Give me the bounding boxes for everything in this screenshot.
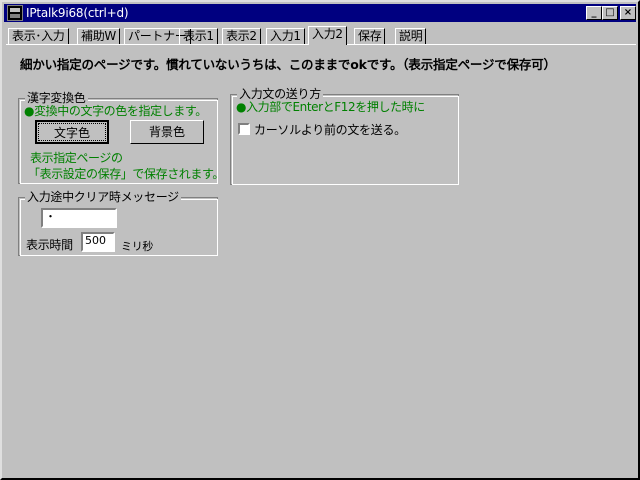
minimize-button[interactable]: _ xyxy=(586,6,602,20)
save-note-line1: 表示指定ページの xyxy=(30,151,123,165)
tab-strip: 表示･入力 補助W パートナー 表示1 表示2 入力1 入力2 保存 説明 xyxy=(6,26,638,45)
send-method-legend: 入力文の送り方 xyxy=(237,87,323,101)
maximize-button[interactable]: □ xyxy=(602,6,618,20)
tab-display1[interactable]: 表示1 xyxy=(179,28,218,44)
clear-message-input[interactable]: ・ xyxy=(41,208,117,228)
kanji-color-legend: 漢字変換色 xyxy=(25,91,88,105)
tab-help[interactable]: 説明 xyxy=(395,28,427,44)
app-icon[interactable] xyxy=(7,5,23,21)
tab-display2[interactable]: 表示2 xyxy=(222,28,261,44)
background-color-button[interactable]: 背景色 xyxy=(130,120,204,144)
send-before-cursor-checkbox[interactable] xyxy=(238,123,250,135)
intro-text: 細かい指定のページです。慣れていないうちは、このままでokです。（表示指定ページ… xyxy=(20,57,556,72)
tab-display-input[interactable]: 表示･入力 xyxy=(8,28,69,44)
text-color-button[interactable]: 文字色 xyxy=(35,120,109,144)
tab-input1[interactable]: 入力1 xyxy=(266,28,305,44)
display-time-unit: ミリ秒 xyxy=(121,240,154,253)
send-before-cursor-label[interactable]: カーソルより前の文を送る。 xyxy=(254,121,406,138)
display-time-label: 表示時間 xyxy=(26,238,73,252)
tab-assist-w[interactable]: 補助W xyxy=(77,28,120,44)
tab-input2[interactable]: 入力2 xyxy=(308,26,347,45)
window-title: IPtalk9i68(ctrl+d) xyxy=(26,6,129,20)
close-button[interactable]: × xyxy=(620,6,636,20)
display-time-input[interactable]: 500 xyxy=(81,232,115,252)
tab-save[interactable]: 保存 xyxy=(354,28,386,44)
app-window: IPtalk9i68(ctrl+d) _ □ × 表示･入力 補助W パートナー… xyxy=(0,0,640,480)
title-bar[interactable]: IPtalk9i68(ctrl+d) _ □ × xyxy=(4,4,636,22)
save-note-line2: 「表示設定の保存」で保存されます。 xyxy=(28,167,225,181)
clear-message-legend: 入力途中クリア時メッセージ xyxy=(25,190,181,204)
